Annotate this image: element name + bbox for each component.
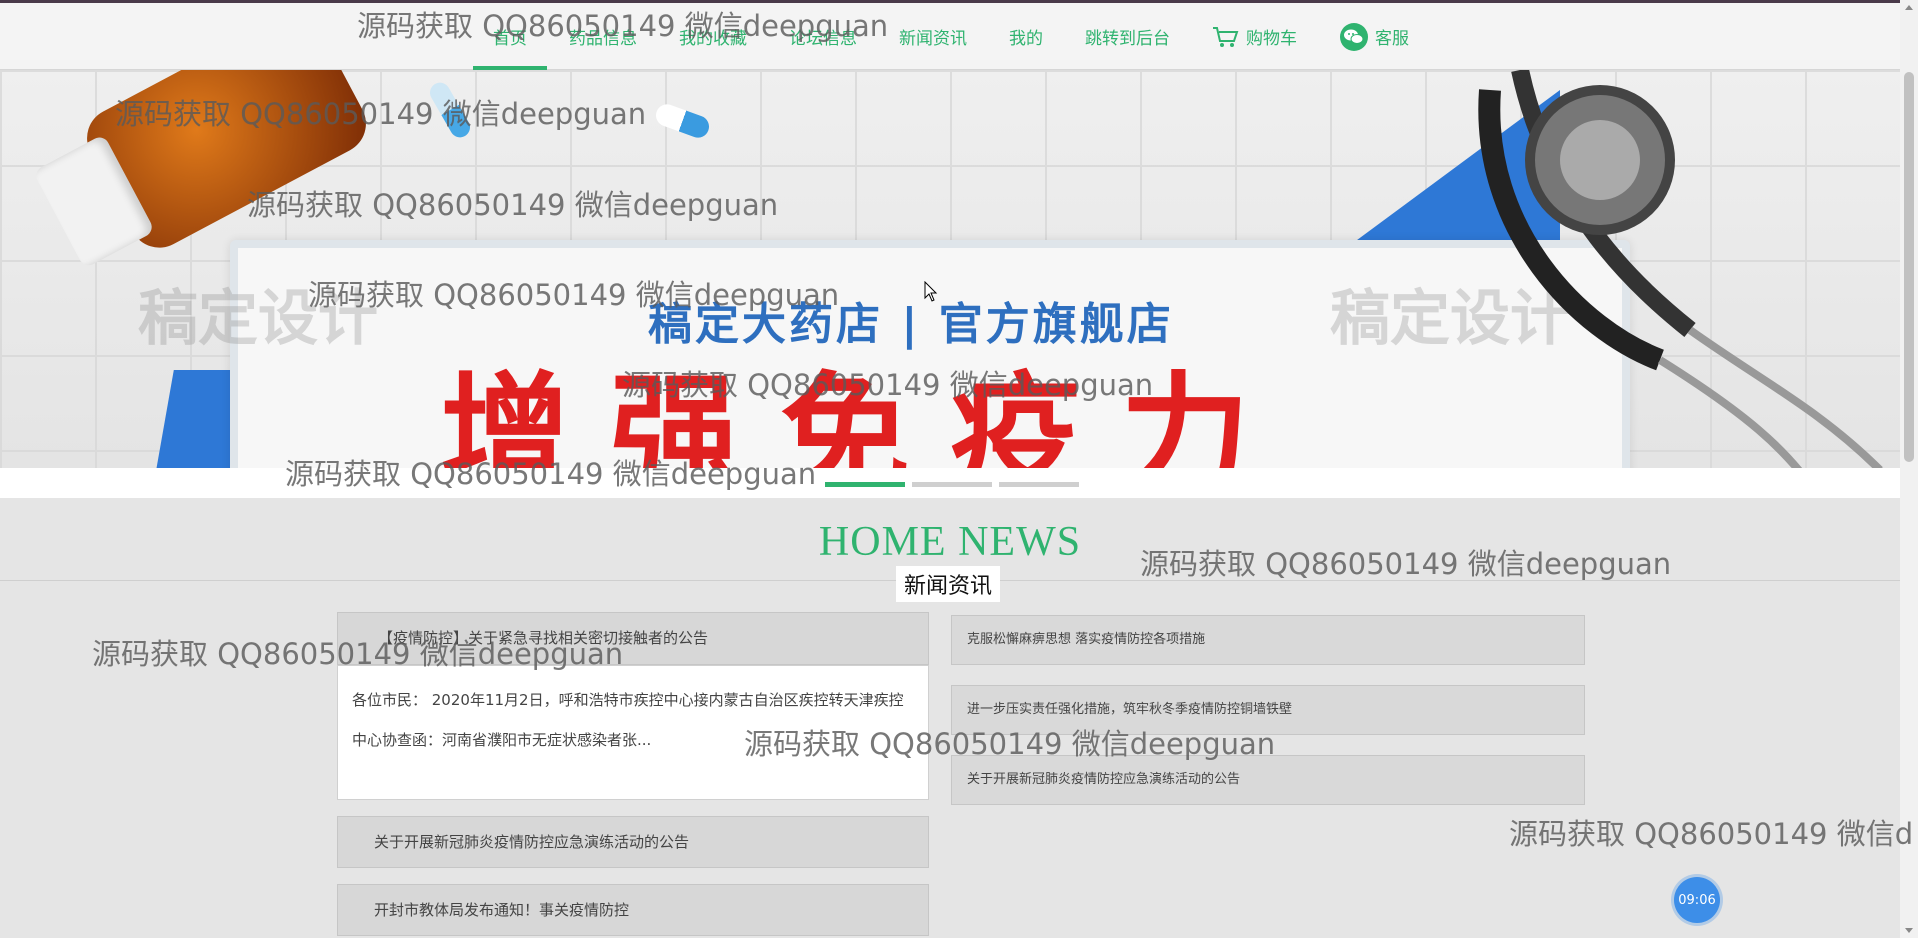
mouse-cursor-icon xyxy=(924,281,938,302)
carousel-dot-2[interactable] xyxy=(912,482,992,487)
nav-cart-label: 购物车 xyxy=(1246,29,1297,49)
news-list-item-text: 克服松懈麻痹思想 落实疫情防控各项措施 xyxy=(967,632,1206,647)
nav-home-label: 首页 xyxy=(493,29,527,49)
news-title-cn: 新闻资讯 xyxy=(896,566,1001,602)
news-list-item-text: 开封市教体局发布通知！事关疫情防控 xyxy=(374,901,630,919)
nav-admin[interactable]: 跳转到后台 xyxy=(1085,3,1170,70)
news-list-item[interactable]: 关于开展新冠肺炎疫情防控应急演练活动的公告 xyxy=(337,816,929,868)
featured-news-summary[interactable]: 各位市民： 2020年11月2日，呼和浩特市疾控中心接内蒙古自治区疾控转天津疾控… xyxy=(337,665,929,800)
nav-mine-label: 我的 xyxy=(1009,29,1043,49)
wechat-icon xyxy=(1339,22,1369,52)
hero-banner[interactable]: 稿定大药店 | 官方旗舰店 增强免疫力 稿定设计 稿定设计 xyxy=(0,70,1900,468)
featured-news-title-text: 【疫情防控】关于紧急寻找相关密切接触者的公告 xyxy=(378,629,709,647)
nav-favorites-label: 我的收藏 xyxy=(679,29,747,49)
scrollbar-thumb[interactable] xyxy=(1904,72,1914,462)
news-list-item-text: 关于开展新冠肺炎疫情防控应急演练活动的公告 xyxy=(967,772,1241,787)
main-nav: 首页 药品信息 我的收藏 论坛信息 新闻资讯 我的 跳转到后台 购物车 客服 xyxy=(470,3,1451,70)
featured-news-title[interactable]: 【疫情防控】关于紧急寻找相关密切接触者的公告 xyxy=(337,612,929,665)
floating-clock-badge[interactable]: 09:06 xyxy=(1674,877,1720,923)
banner-board-headline: 增强免疫力 xyxy=(440,359,1291,468)
scroll-down-arrow-icon[interactable] xyxy=(1905,928,1913,933)
watermark-text: 源码获取 QQ86050149 微信d xyxy=(1509,817,1914,851)
nav-home[interactable]: 首页 xyxy=(473,3,547,70)
carousel-dot-1[interactable] xyxy=(825,482,905,487)
nav-mine[interactable]: 我的 xyxy=(1009,3,1043,70)
news-list-item[interactable]: 克服松懈麻痹思想 落实疫情防控各项措施 xyxy=(951,615,1585,665)
nav-news-label: 新闻资讯 xyxy=(899,29,967,49)
news-list-item[interactable]: 关于开展新冠肺炎疫情防控应急演练活动的公告 xyxy=(951,755,1585,805)
nav-service-label: 客服 xyxy=(1375,29,1409,49)
cart-icon xyxy=(1212,25,1240,49)
banner-board-title: 稿定大药店 | 官方旗舰店 xyxy=(648,299,1174,350)
news-list-item-text: 进一步压实责任强化措施，筑牢秋冬季疫情防控铜墙铁壁 xyxy=(967,702,1293,717)
news-title-en: HOME NEWS xyxy=(818,519,1082,565)
top-navbar: 首页 药品信息 我的收藏 论坛信息 新闻资讯 我的 跳转到后台 购物车 客服 xyxy=(0,0,1900,70)
news-section-header: HOME NEWS xyxy=(0,518,1900,566)
page-scrollbar[interactable] xyxy=(1900,0,1918,938)
nav-news[interactable]: 新闻资讯 xyxy=(899,3,967,70)
news-list-item-text: 关于开展新冠肺炎疫情防控应急演练活动的公告 xyxy=(374,833,690,851)
nav-service[interactable]: 客服 xyxy=(1339,3,1409,70)
nav-forum[interactable]: 论坛信息 xyxy=(789,3,857,70)
news-list-item[interactable]: 开封市教体局发布通知！事关疫情防控 xyxy=(337,884,929,936)
nav-medicine-info[interactable]: 药品信息 xyxy=(569,3,637,70)
carousel-indicators xyxy=(825,482,1079,487)
news-list-item[interactable]: 进一步压实责任强化措施，筑牢秋冬季疫情防控铜墙铁壁 xyxy=(951,685,1585,735)
nav-favorites[interactable]: 我的收藏 xyxy=(679,3,747,70)
carousel-dot-3[interactable] xyxy=(999,482,1079,487)
nav-medicine-info-label: 药品信息 xyxy=(569,29,637,49)
stethoscope-image xyxy=(1478,70,1883,468)
scroll-up-arrow-icon[interactable] xyxy=(1905,5,1913,10)
banner-logo-watermark-left: 稿定设计 xyxy=(138,284,378,354)
nav-cart[interactable]: 购物车 xyxy=(1212,3,1297,70)
nav-admin-label: 跳转到后台 xyxy=(1085,29,1170,49)
nav-forum-label: 论坛信息 xyxy=(789,29,857,49)
